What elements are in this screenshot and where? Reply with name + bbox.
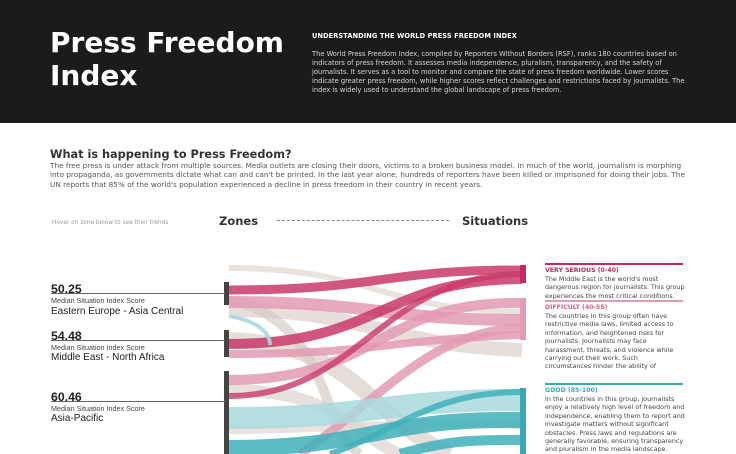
situation-node-very-serious[interactable] (520, 265, 526, 283)
category-rule (545, 383, 683, 385)
zone-name[interactable]: Eastern Europe - Asia Central (51, 306, 183, 317)
situation-node-difficult[interactable] (520, 298, 526, 340)
situation-node-good[interactable] (520, 388, 526, 454)
category-label: DIFFICULT (40-55) (545, 304, 608, 311)
category-description: The countries in this group often have r… (545, 312, 674, 370)
zone-name[interactable]: Asia-Pacific (51, 413, 103, 424)
category-label: VERY SERIOUS (0-40) (545, 267, 619, 274)
zone-caption: Median Situation Index Score (51, 296, 145, 305)
zone-connector (51, 340, 225, 341)
category-description: The Middle East is the world's most dang… (545, 275, 685, 300)
zone-connector (51, 293, 225, 294)
zone-caption: Median Situation Index Score (51, 343, 145, 352)
zone-name[interactable]: Middle East - North Africa (51, 352, 164, 363)
zone-caption: Median Situation Index Score (51, 404, 145, 413)
zone-node-middle-east[interactable] (224, 330, 229, 357)
category-good: GOOD (85-100) In the countries in this g… (545, 383, 685, 454)
zone-node-asia-pacific[interactable] (224, 371, 229, 454)
category-description: In the countries in this group, journali… (545, 395, 685, 454)
zone-connector (51, 401, 225, 402)
category-difficult: DIFFICULT (40-55) The countries in this … (545, 300, 685, 370)
category-rule (545, 263, 683, 265)
category-rule (545, 300, 683, 302)
category-very-serious: VERY SERIOUS (0-40) The Middle East is t… (545, 263, 685, 300)
category-label: GOOD (85-100) (545, 387, 598, 394)
